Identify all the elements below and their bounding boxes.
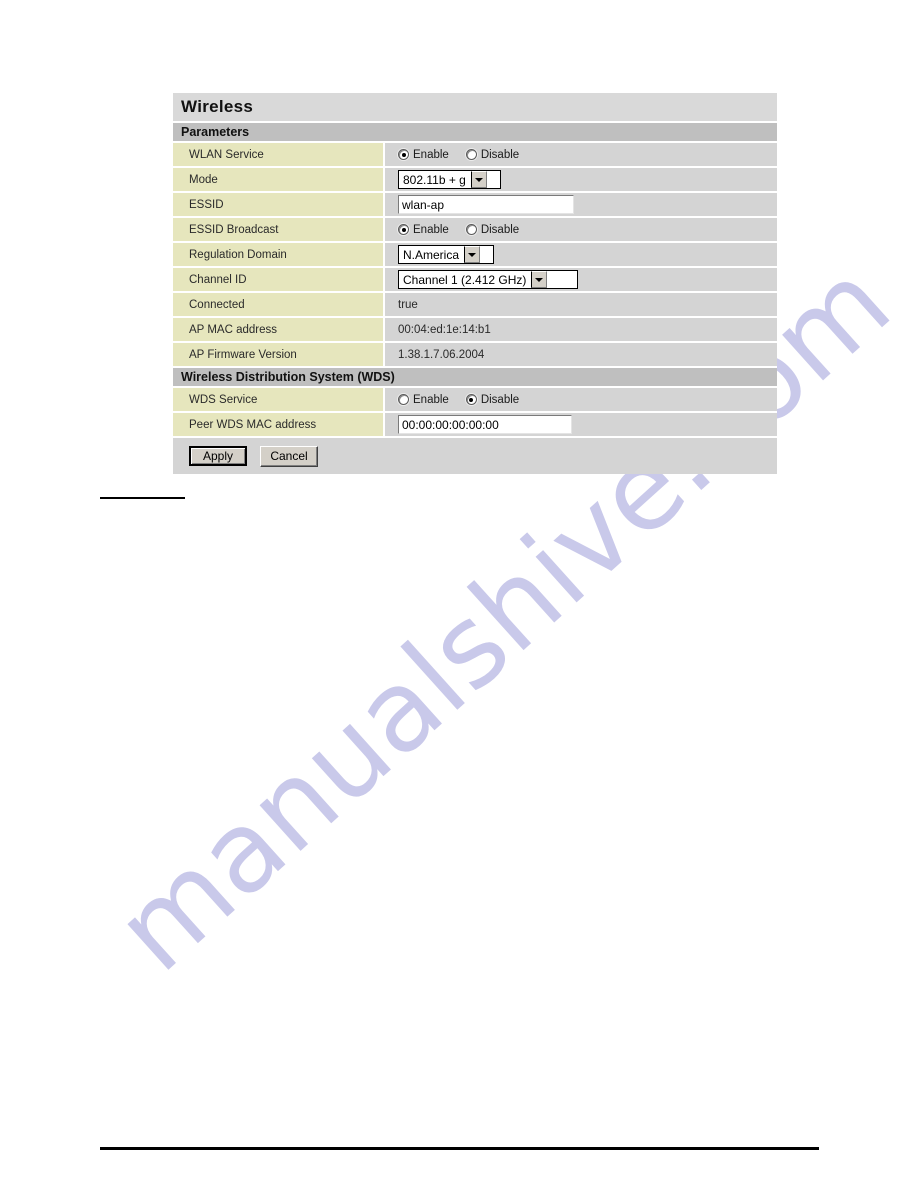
label-ap-firmware-version: AP Firmware Version (173, 343, 385, 366)
document-page: Wireless Parameters WLAN Service Enable … (0, 0, 918, 1188)
row-ap-firmware-version: AP Firmware Version 1.38.1.7.06.2004 (173, 343, 777, 368)
row-connected: Connected true (173, 293, 777, 318)
chevron-down-icon[interactable] (531, 271, 548, 288)
radio-dot-icon[interactable] (398, 394, 409, 405)
ap-firmware-version-value: 1.38.1.7.06.2004 (398, 348, 485, 361)
section-header-parameters: Parameters (173, 123, 777, 143)
value-peer-wds-mac-address: 00:00:00:00:00:00 (385, 413, 777, 436)
select-channel-id[interactable]: Channel 1 (2.412 GHz) (398, 270, 578, 289)
label-mode: Mode (173, 168, 385, 191)
row-essid-broadcast: ESSID Broadcast Enable Disable (173, 218, 777, 243)
label-regulation-domain: Regulation Domain (173, 243, 385, 266)
radio-wds-service-enable-label: Enable (413, 393, 449, 406)
row-wds-service: WDS Service Enable Disable (173, 388, 777, 413)
chevron-down-icon[interactable] (464, 246, 481, 263)
chevron-down-icon[interactable] (470, 171, 487, 188)
value-mode: 802.11b + g (385, 168, 777, 191)
value-wds-service: Enable Disable (385, 388, 777, 411)
radio-group-essid-broadcast: Enable Disable (398, 224, 519, 236)
row-ap-mac-address: AP MAC address 00:04:ed:1e:14:b1 (173, 318, 777, 343)
value-ap-firmware-version: 1.38.1.7.06.2004 (385, 343, 777, 366)
label-peer-wds-mac-address: Peer WDS MAC address (173, 413, 385, 436)
page-footer-rule (100, 1147, 819, 1150)
value-regulation-domain: N.America (385, 243, 777, 266)
value-channel-id: Channel 1 (2.412 GHz) (385, 268, 777, 291)
radio-wds-service-disable-label: Disable (480, 393, 520, 406)
radio-group-wlan-service: Enable Disable (398, 149, 519, 161)
radio-wlan-service-enable[interactable]: Enable (398, 149, 449, 161)
apply-button[interactable]: Apply (189, 446, 247, 466)
label-ap-mac-address: AP MAC address (173, 318, 385, 341)
radio-dot-icon[interactable] (398, 224, 409, 235)
select-channel-id-value: Channel 1 (2.412 GHz) (403, 272, 527, 287)
page-title: Wireless (181, 97, 254, 116)
radio-essid-broadcast-enable[interactable]: Enable (398, 224, 449, 236)
section-header-wds: Wireless Distribution System (WDS) (173, 368, 777, 388)
label-channel-id: Channel ID (173, 268, 385, 291)
label-wds-service: WDS Service (173, 388, 385, 411)
radio-wlan-service-enable-label: Enable (413, 148, 449, 161)
wireless-settings-panel: Wireless Parameters WLAN Service Enable … (173, 93, 777, 474)
radio-wlan-service-disable-label: Disable (480, 148, 520, 161)
radio-dot-icon[interactable] (465, 394, 477, 405)
cancel-button[interactable]: Cancel (260, 445, 318, 467)
value-wlan-service: Enable Disable (385, 143, 777, 166)
label-essid-broadcast: ESSID Broadcast (173, 218, 385, 241)
radio-dot-icon[interactable] (465, 224, 477, 235)
value-ap-mac-address: 00:04:ed:1e:14:b1 (385, 318, 777, 341)
select-mode[interactable]: 802.11b + g (398, 170, 501, 189)
select-regulation-domain[interactable]: N.America (398, 245, 494, 264)
connected-status: true (398, 298, 418, 311)
radio-essid-broadcast-enable-label: Enable (413, 223, 449, 236)
row-channel-id: Channel ID Channel 1 (2.412 GHz) (173, 268, 777, 293)
radio-wds-service-enable[interactable]: Enable (398, 394, 449, 406)
radio-dot-icon[interactable] (398, 149, 409, 160)
section-header-parameters-label: Parameters (181, 125, 250, 139)
radio-wlan-service-disable[interactable]: Disable (465, 148, 520, 161)
section-header-wds-label: Wireless Distribution System (WDS) (181, 370, 395, 384)
peer-wds-mac-address-input[interactable]: 00:00:00:00:00:00 (398, 415, 572, 434)
value-essid-broadcast: Enable Disable (385, 218, 777, 241)
section-divider-rule (100, 497, 185, 499)
select-regulation-domain-value: N.America (403, 247, 460, 262)
ap-mac-address-value: 00:04:ed:1e:14:b1 (398, 323, 491, 336)
radio-essid-broadcast-disable[interactable]: Disable (465, 223, 520, 236)
row-essid: ESSID wlan-ap (173, 193, 777, 218)
radio-group-wds-service: Enable Disable (398, 394, 519, 406)
row-regulation-domain: Regulation Domain N.America (173, 243, 777, 268)
radio-essid-broadcast-disable-label: Disable (480, 223, 520, 236)
select-mode-value: 802.11b + g (403, 172, 466, 187)
radio-dot-icon[interactable] (465, 149, 477, 160)
label-wlan-service: WLAN Service (173, 143, 385, 166)
row-wlan-service: WLAN Service Enable Disable (173, 143, 777, 168)
value-connected: true (385, 293, 777, 316)
value-essid: wlan-ap (385, 193, 777, 216)
row-mode: Mode 802.11b + g (173, 168, 777, 193)
panel-title-bar: Wireless (173, 93, 777, 123)
row-peer-wds-mac-address: Peer WDS MAC address 00:00:00:00:00:00 (173, 413, 777, 438)
essid-input[interactable]: wlan-ap (398, 195, 574, 214)
label-essid: ESSID (173, 193, 385, 216)
label-connected: Connected (173, 293, 385, 316)
form-button-bar: Apply Cancel (173, 438, 777, 474)
radio-wds-service-disable[interactable]: Disable (465, 393, 520, 406)
